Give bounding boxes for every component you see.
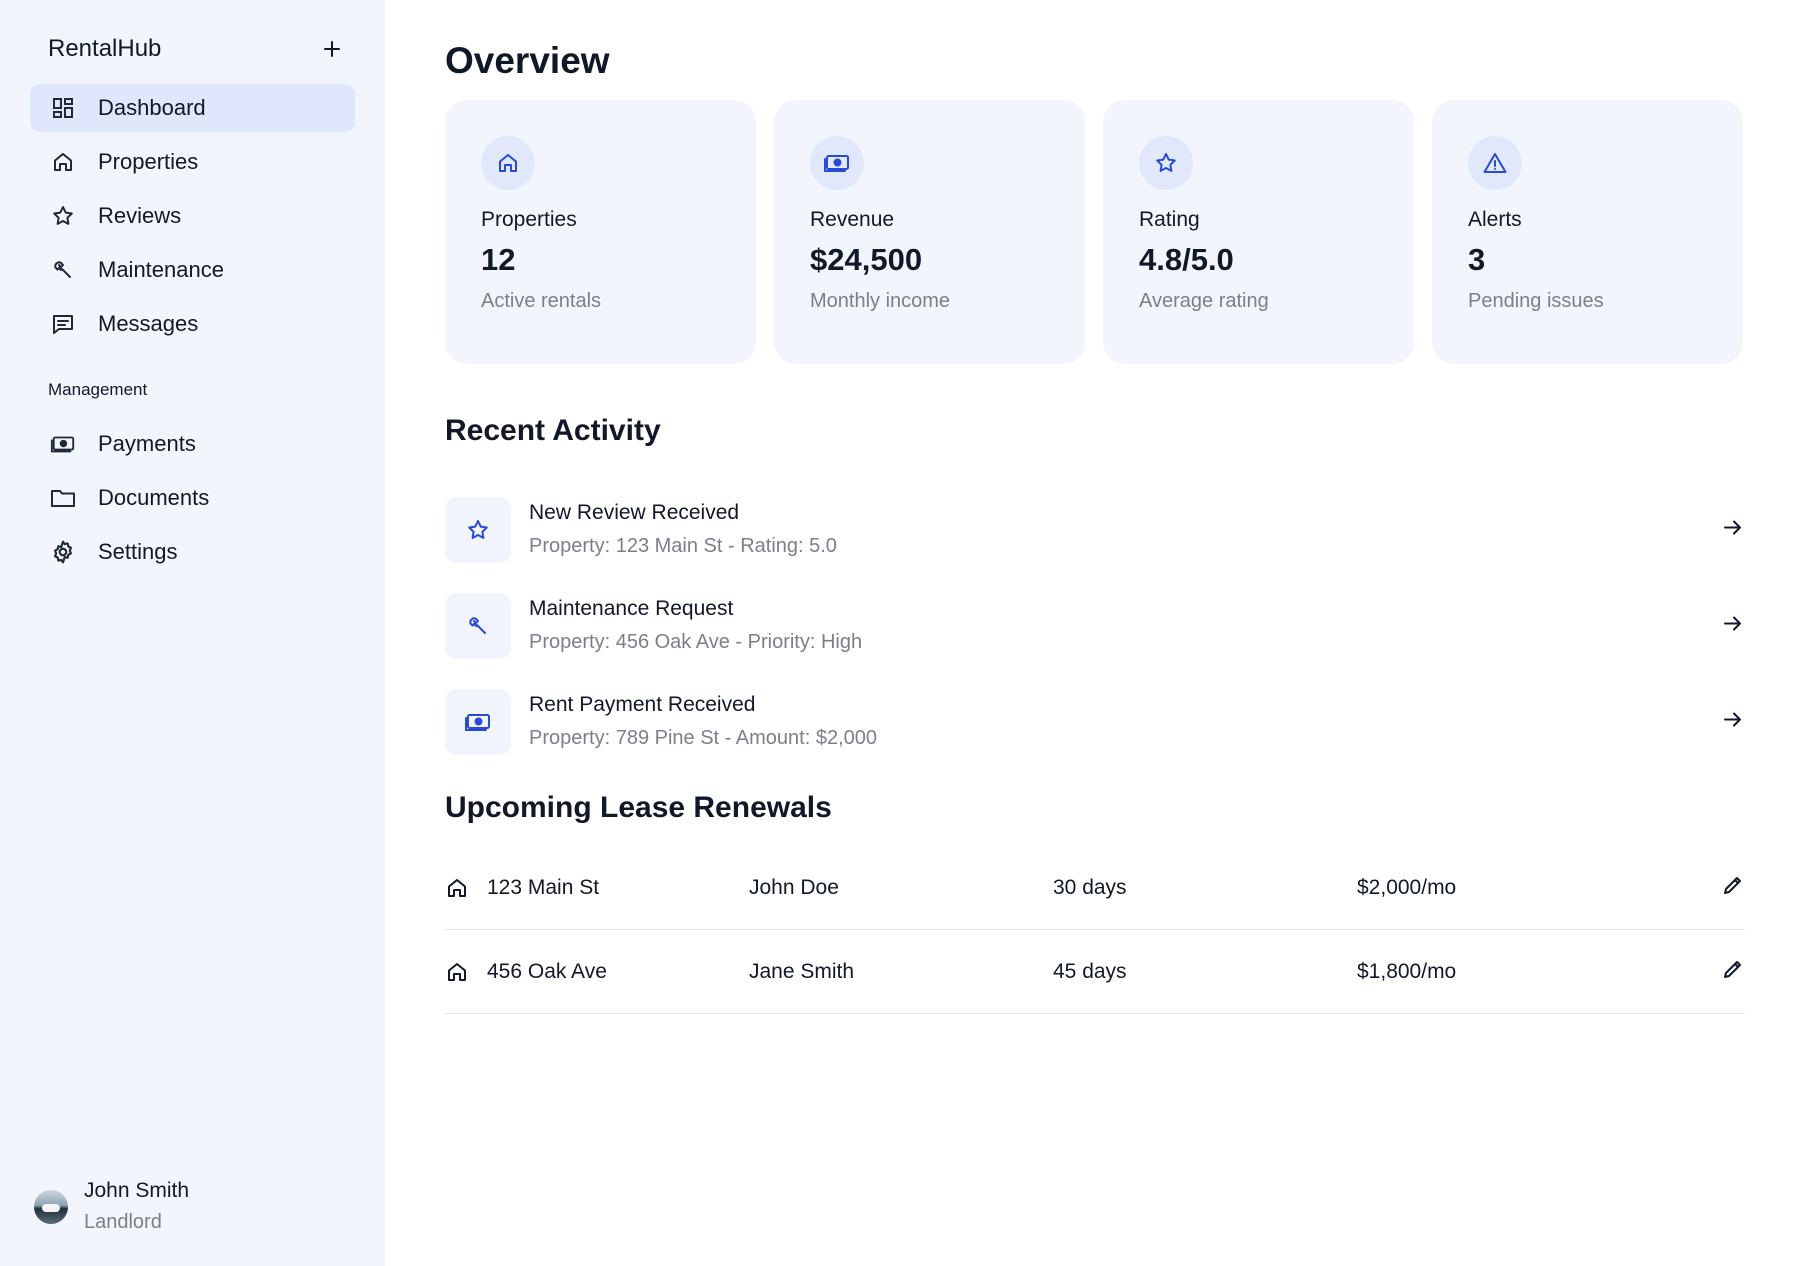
stat-label: Revenue — [810, 208, 895, 231]
nav-item-properties[interactable]: Properties — [30, 138, 355, 186]
cash-icon — [50, 431, 76, 457]
nav-item-label: Messages — [98, 311, 199, 336]
star-icon — [50, 203, 76, 229]
stat-value: $24,500 — [810, 242, 923, 277]
nav-item-settings[interactable]: Settings — [30, 528, 355, 576]
arrow-right-icon[interactable] — [1721, 516, 1745, 545]
avatar — [34, 1190, 68, 1224]
lease-property-name: 123 Main St — [487, 875, 600, 899]
nav-item-label: Documents — [98, 485, 210, 510]
activity-list: New Review Received Property: 123 Main S… — [445, 482, 1745, 770]
nav-item-label: Reviews — [98, 203, 182, 228]
main-content: Overview Properties 12 Active rentals Re… — [385, 0, 1800, 1266]
lease-renewals-heading: Upcoming Lease Renewals — [445, 791, 832, 824]
stat-value: 12 — [481, 242, 516, 277]
stat-subtitle: Average rating — [1139, 290, 1269, 312]
lease-table: 123 Main St John Doe 30 days $2,000/mo 4… — [445, 846, 1745, 1014]
lease-rent: $1,800/mo — [1357, 959, 1457, 983]
stats-cards: Properties 12 Active rentals Revenue $24… — [445, 100, 1743, 364]
activity-item[interactable]: Rent Payment Received Property: 789 Pine… — [445, 674, 1745, 770]
nav-item-label: Dashboard — [98, 95, 206, 120]
management-nav: Payments Documents Settings — [30, 420, 355, 582]
nav-item-reviews[interactable]: Reviews — [30, 192, 355, 240]
lease-property: 123 Main St — [445, 876, 749, 900]
nav-item-label: Payments — [98, 431, 196, 456]
activity-subtitle: Property: 456 Oak Ave - Priority: High — [529, 631, 863, 653]
lease-tenant: John Doe — [749, 875, 839, 899]
home-icon — [445, 876, 469, 900]
nav-item-messages[interactable]: Messages — [30, 300, 355, 348]
plus-icon — [324, 41, 340, 57]
gear-icon — [50, 539, 76, 565]
nav-item-dashboard[interactable]: Dashboard — [30, 84, 355, 132]
stat-label: Alerts — [1468, 208, 1522, 231]
activity-item[interactable]: Maintenance Request Property: 456 Oak Av… — [445, 578, 1745, 674]
stat-subtitle: Monthly income — [810, 290, 951, 312]
activity-subtitle: Property: 123 Main St - Rating: 5.0 — [529, 535, 837, 557]
activity-title: Maintenance Request — [529, 597, 734, 620]
message-icon — [50, 311, 76, 337]
lease-tenant: Jane Smith — [749, 959, 855, 983]
activity-title: Rent Payment Received — [529, 693, 756, 716]
recent-activity-heading: Recent Activity — [445, 414, 661, 447]
warning-icon — [1468, 136, 1522, 190]
nav-item-label: Settings — [98, 539, 178, 564]
activity-text: Maintenance Request Property: 456 Oak Av… — [529, 593, 862, 659]
activity-subtitle: Property: 789 Pine St - Amount: $2,000 — [529, 727, 877, 749]
stat-label: Rating — [1139, 208, 1200, 231]
nav-item-documents[interactable]: Documents — [30, 474, 355, 522]
brand-row: RentalHub — [48, 32, 348, 66]
user-text: John Smith Landlord — [84, 1176, 189, 1238]
edit-icon[interactable] — [1721, 957, 1745, 987]
stat-card-properties[interactable]: Properties 12 Active rentals — [445, 100, 756, 364]
nav-item-maintenance[interactable]: Maintenance — [30, 246, 355, 294]
dashboard-icon — [50, 95, 76, 121]
arrow-right-icon[interactable] — [1721, 708, 1745, 737]
home-icon — [445, 960, 469, 984]
cash-icon — [810, 136, 864, 190]
add-button[interactable] — [316, 33, 348, 65]
page-title: Overview — [445, 40, 610, 81]
nav-item-label: Maintenance — [98, 257, 224, 282]
arrow-right-icon[interactable] — [1721, 612, 1745, 641]
lease-days: 45 days — [1053, 959, 1127, 983]
star-icon — [1139, 136, 1193, 190]
stat-value: 3 — [1468, 242, 1486, 277]
edit-icon[interactable] — [1721, 873, 1745, 903]
stat-value: 4.8/5.0 — [1139, 242, 1234, 277]
home-icon — [481, 136, 535, 190]
home-icon — [50, 149, 76, 175]
lease-property: 456 Oak Ave — [445, 960, 749, 984]
lease-days: 30 days — [1053, 875, 1127, 899]
lease-rent: $2,000/mo — [1357, 875, 1457, 899]
sidebar: RentalHub Dashboard Properties Reviews M… — [0, 0, 385, 1266]
star-icon — [445, 497, 511, 563]
activity-title: New Review Received — [529, 501, 740, 524]
nav-item-payments[interactable]: Payments — [30, 420, 355, 468]
nav-item-label: Properties — [98, 149, 199, 174]
user-role: Landlord — [84, 1211, 162, 1233]
stat-subtitle: Pending issues — [1468, 290, 1604, 312]
table-row[interactable]: 456 Oak Ave Jane Smith 45 days $1,800/mo — [445, 930, 1745, 1014]
table-row[interactable]: 123 Main St John Doe 30 days $2,000/mo — [445, 846, 1745, 930]
stat-subtitle: Active rentals — [481, 290, 602, 312]
stat-label: Properties — [481, 208, 577, 231]
cash-icon — [445, 689, 511, 755]
wrench-icon — [445, 593, 511, 659]
brand-name: RentalHub — [48, 35, 162, 62]
user-name: John Smith — [84, 1179, 190, 1202]
folder-icon — [50, 485, 76, 511]
user-profile[interactable]: John Smith Landlord — [34, 1176, 189, 1238]
stat-card-alerts[interactable]: Alerts 3 Pending issues — [1432, 100, 1743, 364]
wrench-icon — [50, 257, 76, 283]
activity-text: New Review Received Property: 123 Main S… — [529, 497, 837, 563]
stat-card-revenue[interactable]: Revenue $24,500 Monthly income — [774, 100, 1085, 364]
activity-text: Rent Payment Received Property: 789 Pine… — [529, 689, 877, 755]
lease-property-name: 456 Oak Ave — [487, 959, 607, 983]
section-label-management: Management — [48, 380, 148, 399]
stat-card-rating[interactable]: Rating 4.8/5.0 Average rating — [1103, 100, 1414, 364]
primary-nav: Dashboard Properties Reviews Maintenance… — [30, 84, 355, 354]
activity-item[interactable]: New Review Received Property: 123 Main S… — [445, 482, 1745, 578]
